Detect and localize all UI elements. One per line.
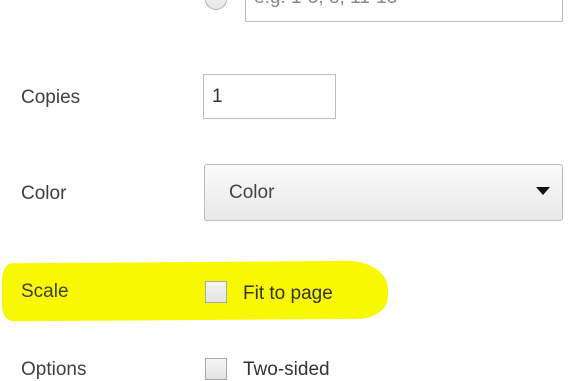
copies-label: Copies bbox=[21, 87, 81, 108]
color-select-value: Color bbox=[229, 182, 275, 203]
copies-input[interactable]: 1 bbox=[203, 74, 336, 119]
page-range-placeholder: e.g. 1-5, 8, 11-13 bbox=[254, 0, 397, 9]
options-label: Options bbox=[21, 359, 87, 380]
pages-custom-radio[interactable] bbox=[205, 0, 227, 10]
two-sided-label[interactable]: Two-sided bbox=[243, 359, 330, 381]
two-sided-checkbox[interactable] bbox=[205, 358, 227, 380]
fit-to-page-checkbox[interactable] bbox=[205, 281, 227, 303]
scale-label: Scale bbox=[21, 281, 69, 302]
dropdown-arrow-icon bbox=[536, 187, 550, 195]
page-range-input[interactable]: e.g. 1-5, 8, 11-13 bbox=[245, 0, 563, 22]
fit-to-page-label[interactable]: Fit to page bbox=[243, 283, 333, 305]
copies-value: 1 bbox=[212, 86, 223, 107]
color-label: Color bbox=[21, 183, 67, 204]
color-select[interactable]: Color bbox=[204, 164, 563, 221]
